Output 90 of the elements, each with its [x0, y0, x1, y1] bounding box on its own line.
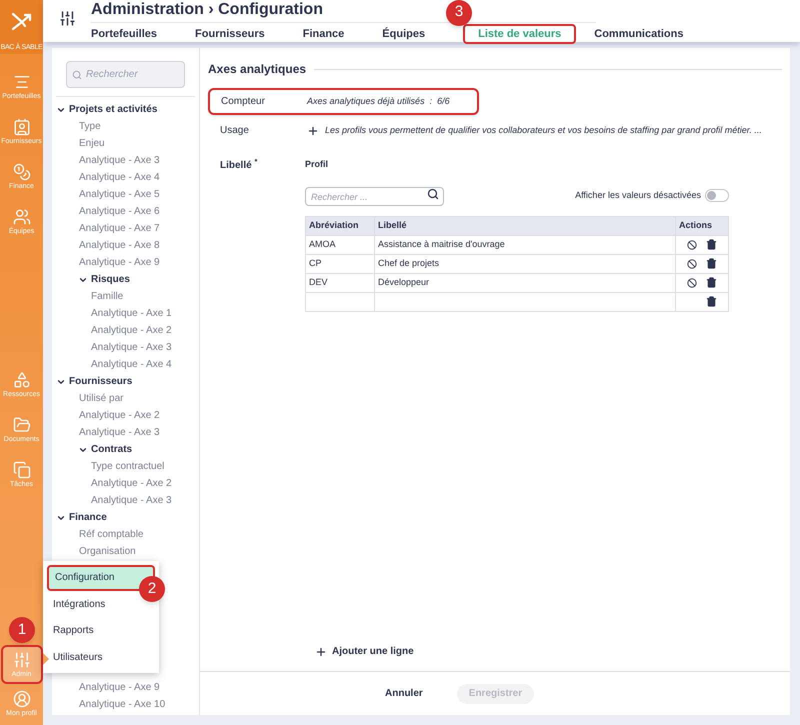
tree-item[interactable]: Analytique - Axe 3 [52, 492, 199, 509]
table-cell: DEV [306, 274, 375, 292]
tree-item[interactable]: Analytique - Axe 9 [52, 254, 199, 271]
delete-icon[interactable] [706, 296, 717, 307]
menu-item[interactable]: Utilisateurs [47, 644, 155, 670]
tree-item[interactable]: Analytique - Axe 2 [52, 475, 199, 492]
menu-pointer [43, 653, 49, 665]
usage-text: Les profils vous permettent de qualifier vos collaborateurs et vos besoins de staffing par grand profil métier. ... [325, 124, 762, 137]
tree-item[interactable]: Analytique - Axe 6 [52, 203, 199, 220]
tree-group-label: Fournisseurs [69, 375, 132, 389]
contact-icon [12, 118, 30, 136]
disable-icon[interactable] [687, 258, 697, 268]
tree-item[interactable]: Analytique - Axe 4 [52, 356, 199, 373]
tree-item[interactable]: Analytique - Axe 7 [52, 220, 199, 237]
logo-icon [10, 10, 34, 32]
counter-value: Axes analytiques déjà utilisés : 6/6 [307, 94, 450, 108]
tree-group[interactable]: Finance [52, 509, 199, 526]
copy-icon [12, 461, 30, 479]
header-tab[interactable]: Équipes [382, 24, 426, 44]
tree-item[interactable]: Analytique - Axe 3 [52, 424, 199, 441]
toggle-label: Afficher les valeurs désactivées [575, 188, 701, 202]
tree-item[interactable]: Enjeu [52, 135, 199, 152]
table-cell: Assistance à maitrise d'ouvrage [375, 236, 676, 254]
profile-search-field[interactable]: Rechercher ... [305, 187, 444, 206]
tree-item[interactable]: Type contractuel [52, 458, 199, 475]
table-cell: CP [306, 254, 375, 272]
coins-icon [12, 163, 30, 181]
tree-group[interactable]: Risques [52, 271, 199, 288]
tree-item[interactable]: Organisation [52, 543, 199, 560]
shapes-icon [12, 371, 30, 389]
table-cell: Chef de projets [375, 254, 676, 272]
step-number-badge: 3 [446, 0, 472, 26]
tree-item[interactable]: Utilisé par [52, 390, 199, 407]
tree-group[interactable]: Contrats [52, 441, 199, 458]
search-field[interactable]: Rechercher [66, 61, 185, 88]
plus-icon [315, 646, 327, 658]
disable-icon[interactable] [687, 278, 697, 288]
counter-label: Compteur [221, 95, 266, 109]
tree-item[interactable]: Analytique - Axe 9 [52, 679, 199, 696]
tree-item[interactable]: Analytique - Axe 3 [52, 339, 199, 356]
cancel-button[interactable]: Annuler [385, 686, 423, 701]
tree-item[interactable]: Analytique - Axe 1 [52, 305, 199, 322]
settings-icon [58, 10, 76, 27]
delete-icon[interactable] [706, 258, 717, 269]
tree-group-label: Projets et activités [69, 103, 158, 117]
tree-group-label: Finance [69, 511, 107, 525]
tree-group[interactable]: Projets et activités [52, 101, 199, 118]
search-icon [72, 70, 82, 80]
header-tab[interactable]: Portefeuilles [91, 24, 158, 44]
list-title: Profil [305, 158, 330, 171]
tree-item[interactable]: Analytique - Axe 10 [52, 696, 199, 713]
tree-item[interactable]: Type [52, 118, 199, 135]
column-header: Libellé [375, 216, 676, 234]
plus-icon[interactable] [307, 124, 319, 136]
tree-item[interactable]: Analytique - Axe 5 [52, 186, 199, 203]
libelle-label: Libellé $^{*}$ [220, 158, 258, 173]
page-title: Administration › Configuration [91, 0, 323, 20]
menu-item[interactable]: Rapports [47, 618, 155, 644]
tree-item[interactable]: Famille [52, 288, 199, 305]
users-icon [12, 208, 30, 226]
toggle-switch[interactable] [705, 189, 729, 202]
table-cell: AMOA [306, 236, 375, 254]
column-header: Actions [678, 218, 714, 232]
tree-item[interactable]: Réf comptable [52, 526, 199, 543]
delete-icon[interactable] [706, 277, 717, 288]
tree-item[interactable]: Analytique - Axe 2 [52, 407, 199, 424]
disable-icon[interactable] [687, 240, 697, 250]
tree-item[interactable]: Analytique - Axe 2 [52, 322, 199, 339]
add-row-button[interactable]: Ajouter une ligne [315, 644, 414, 659]
tree-item[interactable]: Analytique - Axe 3 [52, 152, 199, 169]
header-tab[interactable]: Fournisseurs [195, 24, 265, 44]
bars-icon [12, 73, 30, 91]
tree-item[interactable]: Analytique - Axe 8 [52, 237, 199, 254]
header-tab[interactable]: Communications [594, 24, 684, 44]
search-icon [427, 188, 439, 200]
header-tab[interactable]: Liste de valeurs [463, 24, 576, 44]
tree-group-label: Contrats [91, 443, 132, 457]
column-header: Abréviation [306, 216, 375, 234]
user-icon [12, 690, 30, 708]
step-number-badge: 1 [9, 617, 35, 643]
section-title: Axes analytiques [208, 61, 306, 78]
tree-group-label: Risques [91, 273, 130, 287]
delete-icon[interactable] [706, 239, 717, 250]
header-tab[interactable]: Finance [302, 24, 344, 44]
usage-label: Usage [220, 124, 250, 138]
tree-item[interactable]: Analytique - Axe 4 [52, 169, 199, 186]
folder-icon [12, 416, 30, 434]
table-cell: Développeur [375, 274, 676, 292]
tree-group[interactable]: Fournisseurs [52, 373, 199, 390]
sliders-icon [12, 651, 30, 669]
